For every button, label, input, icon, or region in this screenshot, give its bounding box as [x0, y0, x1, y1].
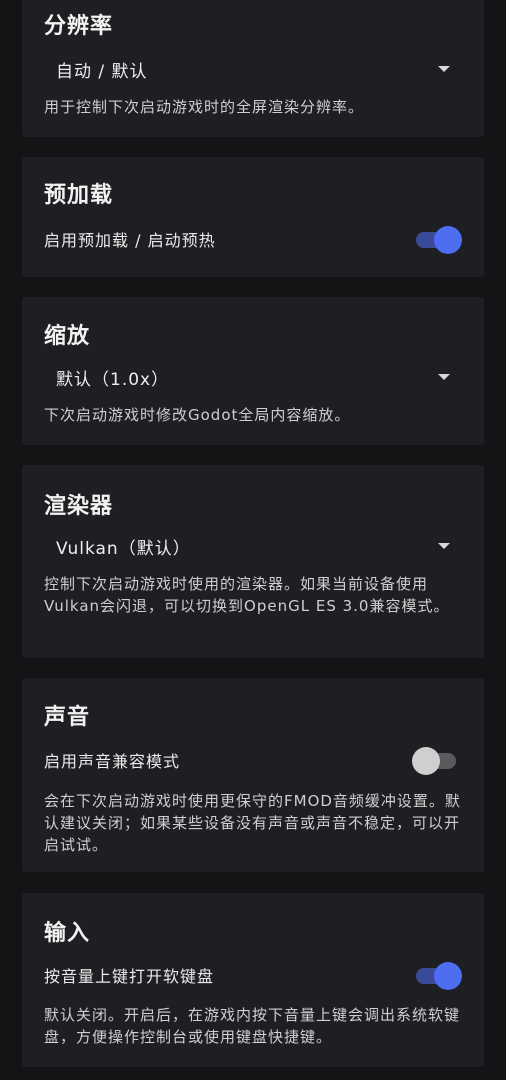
preload-row: 启用预加载 / 启动预热: [44, 221, 462, 257]
scale-title: 缩放: [44, 324, 91, 349]
chevron-down-icon: [438, 543, 450, 549]
preload-title: 预加载: [44, 183, 114, 208]
scale-select[interactable]: 默认（1.0x）: [40, 360, 454, 394]
preload-label: 启用预加载 / 启动预热: [44, 231, 216, 250]
chevron-down-icon: [438, 66, 450, 72]
audio-title: 声音: [44, 705, 91, 730]
input-description: 默认关闭。开启后，在游戏内按下音量上键会调出系统软键盘，方便操作控制台或使用键盘…: [44, 1006, 461, 1046]
audio-toggle[interactable]: [412, 745, 462, 775]
resolution-description: 用于控制下次启动游戏时的全屏渲染分辨率。: [44, 98, 365, 116]
resolution-select[interactable]: 自动 / 默认: [40, 52, 454, 86]
settings-page: 分辨率 自动 / 默认 用于控制下次启动游戏时的全屏渲染分辨率。 预加载 启用预…: [0, 0, 506, 1080]
audio-row: 启用声音兼容模式: [44, 742, 462, 778]
scale-card: 缩放 默认（1.0x） 下次启动游戏时修改Godot全局内容缩放。: [22, 297, 484, 445]
input-toggle[interactable]: [416, 960, 462, 990]
resolution-card: 分辨率 自动 / 默认 用于控制下次启动游戏时的全屏渲染分辨率。: [22, 0, 484, 137]
audio-label: 启用声音兼容模式: [44, 752, 181, 771]
preload-card: 预加载 启用预加载 / 启动预热: [22, 157, 484, 277]
renderer-card: 渲染器 Vulkan（默认） 控制下次启动游戏时使用的渲染器。如果当前设备使用V…: [22, 465, 484, 658]
renderer-title: 渲染器: [44, 494, 114, 519]
renderer-selected-value: Vulkan（默认）: [56, 538, 191, 559]
input-card: 输入 按音量上键打开软键盘 默认关闭。开启后，在游戏内按下音量上键会调出系统软键…: [22, 893, 484, 1067]
preload-toggle[interactable]: [416, 224, 462, 254]
resolution-selected-value: 自动 / 默认: [56, 61, 148, 82]
renderer-description: 控制下次启动游戏时使用的渲染器。如果当前设备使用Vulkan会闪退，可以切换到O…: [44, 575, 450, 615]
toggle-thumb: [434, 226, 462, 254]
resolution-title: 分辨率: [44, 14, 114, 39]
toggle-thumb: [434, 962, 462, 990]
input-row: 按音量上键打开软键盘: [44, 957, 462, 993]
input-title: 输入: [44, 921, 91, 946]
scale-selected-value: 默认（1.0x）: [56, 369, 170, 390]
scale-description: 下次启动游戏时修改Godot全局内容缩放。: [44, 406, 351, 424]
audio-description: 会在下次启动游戏时使用更保守的FMOD音频缓冲设置。默认建议关闭；如果某些设备没…: [44, 792, 461, 854]
input-label: 按音量上键打开软键盘: [44, 967, 215, 986]
audio-card: 声音 启用声音兼容模式 会在下次启动游戏时使用更保守的FMOD音频缓冲设置。默认…: [22, 678, 484, 872]
chevron-down-icon: [438, 374, 450, 380]
renderer-select[interactable]: Vulkan（默认）: [40, 529, 454, 563]
toggle-thumb: [412, 747, 440, 775]
